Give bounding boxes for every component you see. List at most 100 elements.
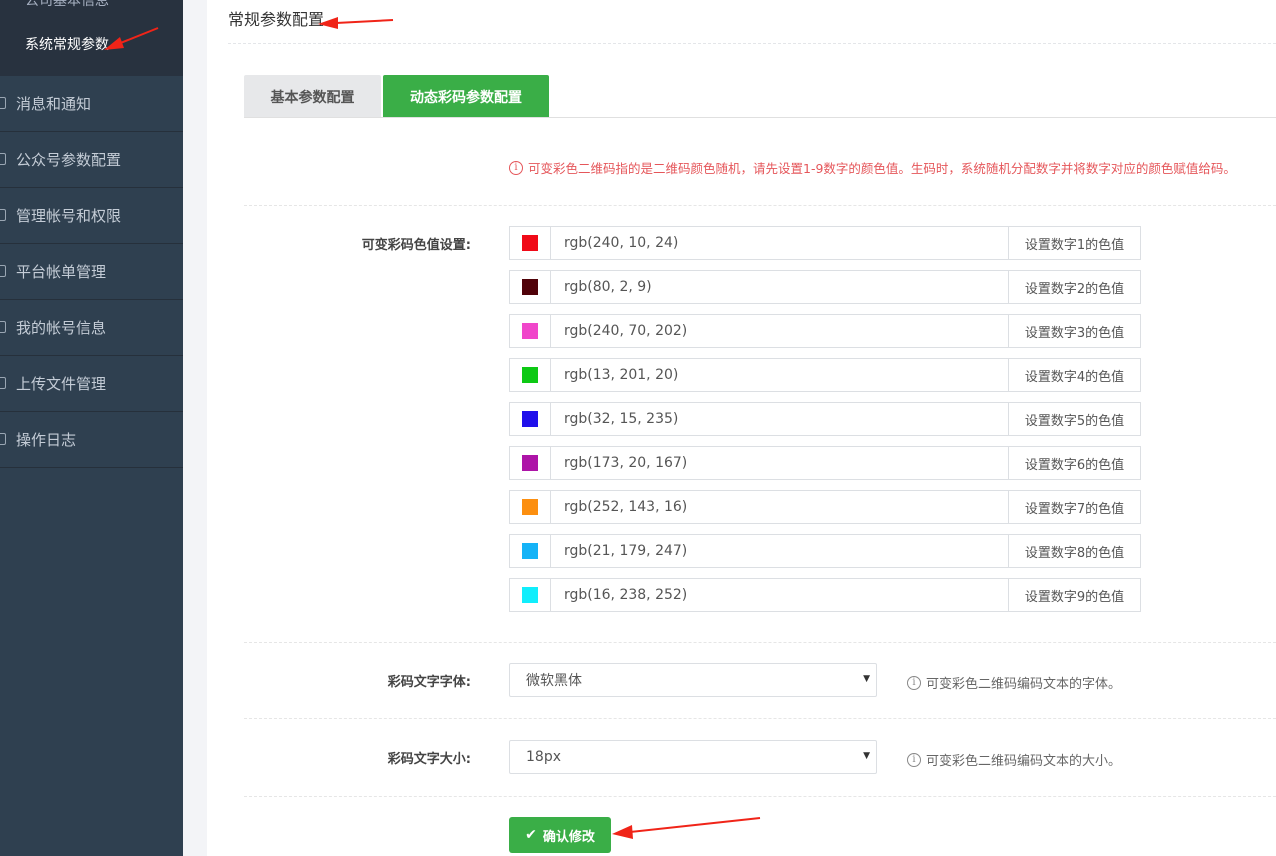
color-value-input[interactable]: rgb(32, 15, 235) bbox=[551, 403, 1008, 435]
gutter bbox=[183, 0, 207, 856]
color-settings-label: 可变彩码色值设置: bbox=[361, 238, 471, 253]
size-hint: i 可变彩色二维码编码文本的大小。 bbox=[907, 750, 1121, 769]
color-addon-label: 设置数字3的色值 bbox=[1008, 315, 1140, 347]
color-addon-label: 设置数字8的色值 bbox=[1008, 535, 1140, 567]
sidebar: 公司基本信息 系统常规参数 消息和通知 公众号参数配置 管理帐号和权限 平台帐单… bbox=[0, 0, 183, 856]
color-row: rgb(16, 238, 252) 设置数字9的色值 bbox=[509, 578, 1141, 612]
color-picker-button[interactable] bbox=[510, 403, 551, 435]
color-swatch bbox=[522, 279, 538, 295]
font-hint: i 可变彩色二维码编码文本的字体。 bbox=[907, 673, 1121, 692]
font-hint-text: 可变彩色二维码编码文本的字体。 bbox=[926, 677, 1122, 692]
sidebar-item-my-account[interactable]: 我的帐号信息 bbox=[0, 300, 183, 356]
size-select-value: 18px bbox=[526, 749, 561, 765]
color-value-input[interactable]: rgb(240, 70, 202) bbox=[551, 315, 1008, 347]
font-select[interactable]: 微软黑体 ▼ bbox=[509, 663, 877, 697]
sidebar-item-accounts[interactable]: 管理帐号和权限 bbox=[0, 188, 183, 244]
info-icon: i bbox=[509, 160, 523, 175]
color-row: rgb(252, 143, 16) 设置数字7的色值 bbox=[509, 490, 1141, 524]
sidebar-item-label: 操作日志 bbox=[16, 431, 77, 449]
color-addon-label: 设置数字7的色值 bbox=[1008, 491, 1140, 523]
size-setting-label: 彩码文字大小: bbox=[387, 752, 471, 767]
shield-icon bbox=[0, 209, 6, 221]
info-icon: i bbox=[907, 675, 921, 690]
color-value-input[interactable]: rgb(13, 201, 20) bbox=[551, 359, 1008, 391]
tab-bar: 基本参数配置 动态彩码参数配置 bbox=[244, 75, 549, 118]
color-swatch bbox=[522, 543, 538, 559]
divider bbox=[244, 796, 1276, 797]
color-picker-button[interactable] bbox=[510, 359, 551, 391]
sidebar-item-label: 公众号参数配置 bbox=[16, 151, 122, 169]
color-swatch bbox=[522, 235, 538, 251]
sidebar-item-label: 上传文件管理 bbox=[16, 375, 107, 393]
color-row: rgb(240, 70, 202) 设置数字3的色值 bbox=[509, 314, 1141, 348]
color-row: rgb(13, 201, 20) 设置数字4的色值 bbox=[509, 358, 1141, 392]
message-icon bbox=[0, 97, 6, 109]
color-picker-button[interactable] bbox=[510, 315, 551, 347]
divider bbox=[244, 117, 1276, 118]
sidebar-item-uploads[interactable]: 上传文件管理 bbox=[0, 356, 183, 412]
color-row: rgb(240, 10, 24) 设置数字1的色值 bbox=[509, 226, 1141, 260]
divider bbox=[244, 718, 1276, 719]
color-row: rgb(80, 2, 9) 设置数字2的色值 bbox=[509, 270, 1141, 304]
wechat-icon bbox=[0, 153, 6, 165]
sidebar-item-logs[interactable]: 操作日志 bbox=[0, 412, 183, 468]
color-picker-button[interactable] bbox=[510, 447, 551, 479]
sidebar-item-messages[interactable]: 消息和通知 bbox=[0, 76, 183, 132]
sidebar-item-label: 我的帐号信息 bbox=[16, 319, 107, 337]
color-picker-button[interactable] bbox=[510, 535, 551, 567]
color-row: rgb(32, 15, 235) 设置数字5的色值 bbox=[509, 402, 1141, 436]
divider bbox=[244, 205, 1276, 206]
bill-icon bbox=[0, 265, 6, 277]
divider bbox=[244, 642, 1276, 643]
color-picker-button[interactable] bbox=[510, 227, 551, 259]
sidebar-item-billing[interactable]: 平台帐单管理 bbox=[0, 244, 183, 300]
size-hint-text: 可变彩色二维码编码文本的大小。 bbox=[926, 754, 1122, 769]
page-title: 常规参数配置 bbox=[228, 10, 325, 29]
color-swatch bbox=[522, 587, 538, 603]
chevron-down-icon: ▼ bbox=[863, 751, 870, 761]
sidebar-item-wechat-config[interactable]: 公众号参数配置 bbox=[0, 132, 183, 188]
sidebar-submenu: 公司基本信息 系统常规参数 bbox=[0, 0, 183, 76]
confirm-button[interactable]: ✔ 确认修改 bbox=[509, 817, 611, 853]
sidebar-item-label: 管理帐号和权限 bbox=[16, 207, 122, 225]
notice-text: 可变彩色二维码指的是二维码颜色随机，请先设置1-9数字的颜色值。生码时，系统随机… bbox=[528, 161, 1236, 176]
sidebar-item-label: 平台帐单管理 bbox=[16, 263, 107, 281]
color-picker-button[interactable] bbox=[510, 491, 551, 523]
main-panel: 常规参数配置 基本参数配置 动态彩码参数配置 i 可变彩色二维码指的是二维码颜色… bbox=[207, 0, 1276, 856]
color-swatch bbox=[522, 499, 538, 515]
sidebar-subitem-company-info[interactable]: 公司基本信息 bbox=[25, 0, 109, 10]
color-addon-label: 设置数字9的色值 bbox=[1008, 579, 1140, 611]
log-icon bbox=[0, 433, 6, 445]
sidebar-item-label: 消息和通知 bbox=[16, 95, 92, 113]
color-addon-label: 设置数字4的色值 bbox=[1008, 359, 1140, 391]
color-value-input[interactable]: rgb(252, 143, 16) bbox=[551, 491, 1008, 523]
color-swatch bbox=[522, 367, 538, 383]
color-swatch bbox=[522, 323, 538, 339]
color-picker-button[interactable] bbox=[510, 579, 551, 611]
color-row: rgb(21, 179, 247) 设置数字8的色值 bbox=[509, 534, 1141, 568]
info-icon: i bbox=[907, 752, 921, 767]
check-icon: ✔ bbox=[525, 827, 537, 843]
color-addon-label: 设置数字5的色值 bbox=[1008, 403, 1140, 435]
color-row: rgb(173, 20, 167) 设置数字6的色值 bbox=[509, 446, 1141, 480]
size-select[interactable]: 18px ▼ bbox=[509, 740, 877, 774]
tab-dynamic-color-params[interactable]: 动态彩码参数配置 bbox=[383, 75, 549, 118]
color-swatch bbox=[522, 455, 538, 471]
color-addon-label: 设置数字2的色值 bbox=[1008, 271, 1140, 303]
sidebar-subitem-system-params[interactable]: 系统常规参数 bbox=[25, 34, 109, 54]
color-value-input[interactable]: rgb(240, 10, 24) bbox=[551, 227, 1008, 259]
notice-message: i 可变彩色二维码指的是二维码颜色随机，请先设置1-9数字的颜色值。生码时，系统… bbox=[509, 158, 1236, 177]
color-addon-label: 设置数字1的色值 bbox=[1008, 227, 1140, 259]
chevron-down-icon: ▼ bbox=[863, 674, 870, 684]
font-setting-label: 彩码文字字体: bbox=[387, 675, 471, 690]
font-select-value: 微软黑体 bbox=[526, 673, 582, 689]
user-icon bbox=[0, 321, 6, 333]
color-value-input[interactable]: rgb(80, 2, 9) bbox=[551, 271, 1008, 303]
divider bbox=[228, 43, 1276, 44]
color-value-input[interactable]: rgb(173, 20, 167) bbox=[551, 447, 1008, 479]
color-value-input[interactable]: rgb(16, 238, 252) bbox=[551, 579, 1008, 611]
tab-basic-params[interactable]: 基本参数配置 bbox=[244, 75, 381, 118]
color-picker-button[interactable] bbox=[510, 271, 551, 303]
color-value-input[interactable]: rgb(21, 179, 247) bbox=[551, 535, 1008, 567]
confirm-button-label: 确认修改 bbox=[542, 829, 595, 845]
